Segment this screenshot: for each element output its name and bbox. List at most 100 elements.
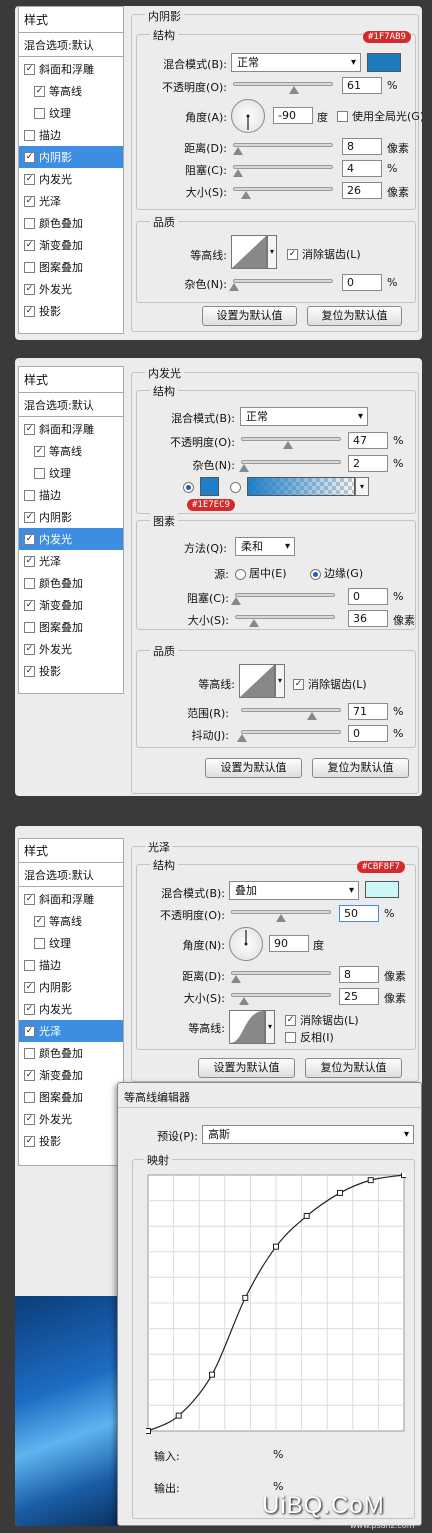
sidebar-checkbox[interactable]: ✓ (24, 665, 35, 677)
invert-checkbox[interactable]: 反相(I) (285, 1029, 334, 1045)
contour-preview[interactable] (239, 664, 275, 698)
contour-dropdown[interactable]: ▾ (275, 664, 285, 698)
sidebar-checkbox[interactable]: ✓ (24, 423, 35, 435)
opacity-slider-thumb[interactable] (288, 86, 299, 94)
sidebar-checkbox[interactable]: ✓ (34, 85, 45, 97)
solid-color-radio[interactable] (183, 480, 197, 493)
sidebar-item[interactable]: ✓ 外发光 (19, 638, 123, 660)
sidebar-checkbox[interactable] (24, 1047, 35, 1059)
sidebar-item[interactable]: ✓ 光泽 (19, 190, 123, 212)
sidebar-checkbox[interactable]: ✓ (24, 1135, 35, 1147)
noise-slider[interactable] (229, 279, 333, 291)
curve-control-point[interactable] (401, 1173, 407, 1178)
sidebar-item[interactable]: ✓ 外发光 (19, 1108, 123, 1130)
choke-input[interactable]: 0 (348, 588, 388, 605)
make-default-button[interactable]: 设置为默认值 (205, 758, 302, 778)
preset-select[interactable]: 高斯 (202, 1125, 414, 1144)
sidebar-checkbox[interactable]: ✓ (24, 599, 35, 611)
contour-dropdown[interactable]: ▾ (265, 1010, 275, 1044)
sidebar-checkbox[interactable]: ✓ (24, 151, 35, 163)
opacity-slider-thumb[interactable] (283, 441, 294, 449)
noise-slider[interactable] (238, 460, 341, 472)
range-slider[interactable] (241, 708, 341, 720)
sidebar-item[interactable]: 颜色叠加 (19, 1042, 123, 1064)
sidebar-checkbox[interactable]: ✓ (24, 1113, 35, 1125)
contour-preview[interactable] (231, 235, 267, 269)
sidebar-item[interactable]: ✓ 等高线 (19, 910, 123, 932)
sidebar-item[interactable]: ✓ 斜面和浮雕 (19, 888, 123, 910)
source-edge-radio-icon[interactable] (310, 568, 321, 580)
choke-slider[interactable] (231, 593, 335, 605)
sidebar-checkbox[interactable] (24, 577, 35, 589)
sidebar-item[interactable]: ✓ 投影 (19, 660, 123, 682)
curve-control-point[interactable] (209, 1371, 215, 1378)
gradient-radio-icon[interactable] (230, 481, 241, 493)
sidebar-item[interactable]: ✓ 斜面和浮雕 (19, 58, 123, 80)
source-edge-option[interactable]: 边缘(G) (310, 565, 363, 581)
angle-dial[interactable] (229, 927, 263, 961)
sidebar-checkbox[interactable]: ✓ (24, 283, 35, 295)
angle-dial[interactable] (231, 99, 265, 133)
curve-control-point[interactable] (337, 1189, 343, 1196)
sidebar-item[interactable]: ✓ 外发光 (19, 278, 123, 300)
antialias-checkbox[interactable]: ✓ 消除锯齿(L) (285, 1012, 359, 1028)
sidebar-item[interactable]: 描边 (19, 124, 123, 146)
opacity-slider[interactable] (231, 910, 331, 922)
size-slider-thumb[interactable] (248, 619, 259, 627)
blend-mode-select[interactable]: 正常 (240, 407, 368, 426)
blending-options-item[interactable]: 混合选项:默认 (19, 863, 123, 887)
noise-slider-thumb[interactable] (238, 464, 249, 472)
sidebar-item[interactable]: ✓ 等高线 (19, 440, 123, 462)
distance-input[interactable]: 8 (342, 138, 382, 155)
sidebar-checkbox[interactable] (24, 129, 35, 141)
noise-input[interactable]: 0 (342, 274, 382, 291)
glow-color-swatch[interactable] (200, 477, 219, 496)
opacity-slider-thumb[interactable] (276, 914, 286, 922)
opacity-input[interactable]: 47 (348, 432, 388, 449)
make-default-button[interactable]: 设置为默认值 (202, 306, 297, 326)
sidebar-checkbox[interactable]: ✓ (34, 445, 45, 457)
antialias-checkbox[interactable]: ✓ 消除锯齿(L) (293, 676, 367, 692)
curve-control-point[interactable] (367, 1177, 374, 1184)
sidebar-item[interactable]: ✓ 内阴影 (19, 146, 123, 168)
range-slider-thumb[interactable] (306, 712, 317, 720)
sidebar-checkbox[interactable]: ✓ (24, 195, 35, 207)
choke-slider-thumb[interactable] (232, 169, 243, 177)
sidebar-item[interactable]: ✓ 渐变叠加 (19, 234, 123, 256)
sidebar-checkbox[interactable]: ✓ (24, 305, 35, 317)
global-light-checkbox[interactable]: 使用全局光(G) (337, 108, 422, 124)
noise-slider-thumb[interactable] (229, 283, 239, 291)
sidebar-item[interactable]: ✓ 内阴影 (19, 506, 123, 528)
sidebar-checkbox[interactable]: ✓ (34, 915, 45, 927)
blend-mode-select[interactable]: 正常 (231, 53, 361, 72)
sidebar-item[interactable]: 图案叠加 (19, 256, 123, 278)
jitter-slider[interactable] (237, 730, 341, 742)
size-input[interactable]: 25 (339, 988, 379, 1005)
sidebar-item[interactable]: ✓ 投影 (19, 300, 123, 322)
size-slider-thumb[interactable] (238, 997, 249, 1005)
sidebar-item[interactable]: 纹理 (19, 102, 123, 124)
reset-default-button[interactable]: 复位为默认值 (312, 758, 409, 778)
antialias-check-icon[interactable]: ✓ (287, 248, 298, 260)
distance-input[interactable]: 8 (339, 966, 379, 983)
distance-slider-thumb[interactable] (230, 975, 241, 983)
sidebar-checkbox[interactable]: ✓ (24, 1069, 35, 1081)
sidebar-checkbox[interactable] (34, 467, 45, 479)
invert-check-icon[interactable] (285, 1031, 296, 1043)
noise-input[interactable]: 2 (348, 455, 388, 472)
jitter-slider-thumb[interactable] (237, 734, 247, 742)
sidebar-item[interactable]: 描边 (19, 954, 123, 976)
sidebar-item[interactable]: 颜色叠加 (19, 212, 123, 234)
sidebar-item[interactable]: 描边 (19, 484, 123, 506)
sidebar-checkbox[interactable] (24, 489, 35, 501)
sidebar-checkbox[interactable]: ✓ (24, 1003, 35, 1015)
sidebar-checkbox[interactable]: ✓ (24, 981, 35, 993)
shadow-color-swatch[interactable] (367, 53, 401, 72)
sidebar-checkbox[interactable]: ✓ (24, 533, 35, 545)
source-center-option[interactable]: 居中(E) (235, 565, 287, 581)
sidebar-item[interactable]: ✓ 渐变叠加 (19, 1064, 123, 1086)
contour-curve-graph[interactable] (146, 1173, 406, 1435)
source-center-radio-icon[interactable] (235, 568, 246, 580)
size-slider[interactable] (231, 993, 331, 1005)
method-select[interactable]: 柔和 (235, 537, 295, 556)
